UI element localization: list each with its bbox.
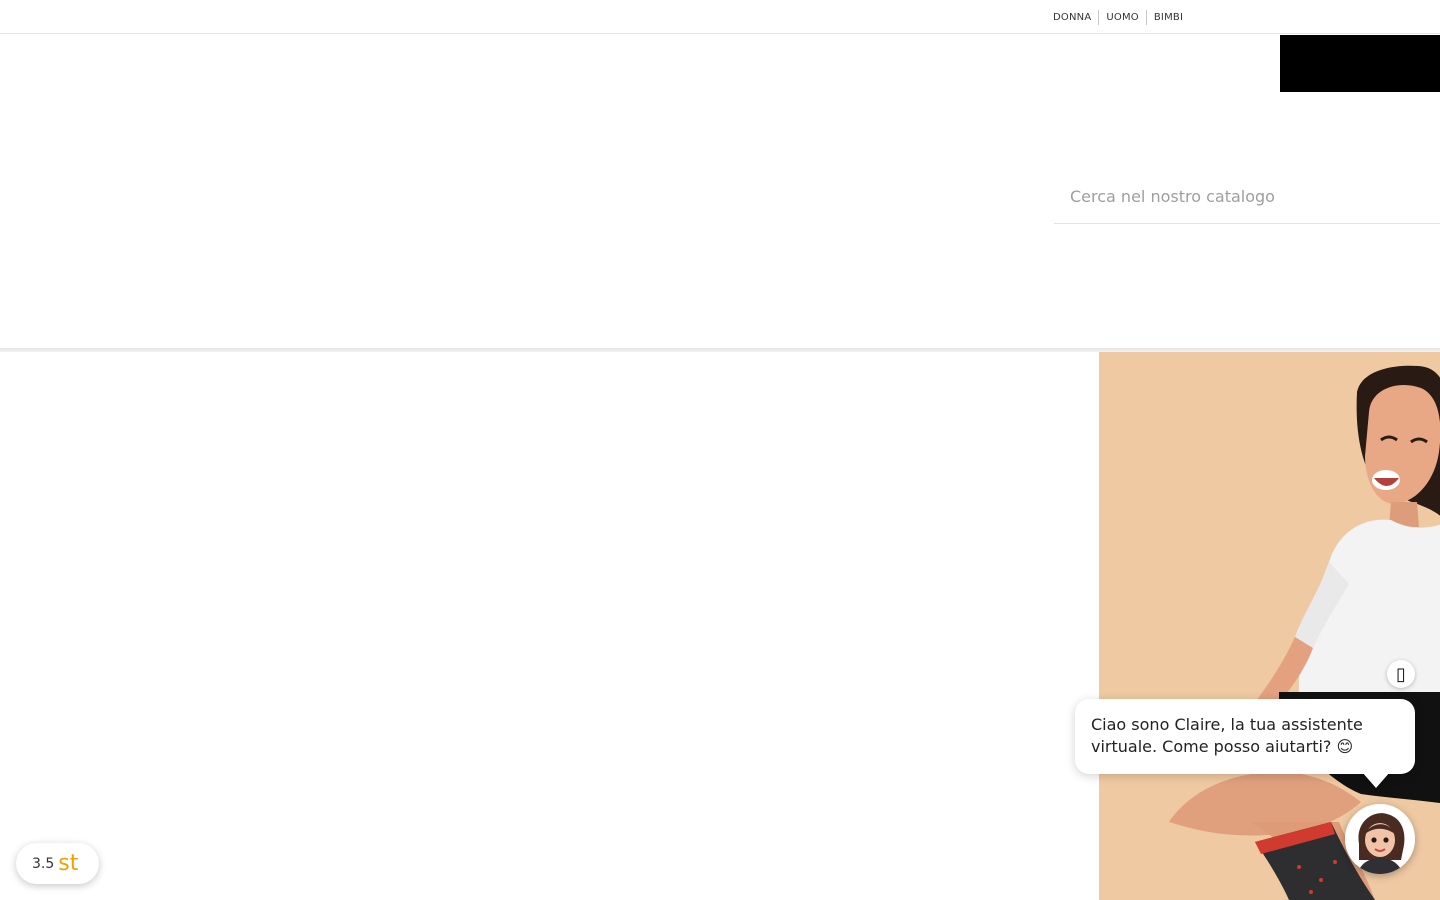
top-nav-donna[interactable]: DONNA [1046,11,1098,25]
assistant-avatar-icon [1345,804,1415,874]
top-nav-uomo[interactable]: UOMO [1099,11,1146,25]
rating-value: 3.5 [32,855,55,872]
rating-logo: st [58,850,79,876]
top-nav: DONNA UOMO BIMBI [1046,10,1190,25]
search-input[interactable] [1054,170,1440,222]
top-nav-bimbi[interactable]: BIMBI [1147,11,1190,25]
close-icon: ▯ [1396,663,1406,685]
chat-message: Ciao sono Claire, la tua assistente virt… [1091,715,1363,756]
chat-close-button[interactable]: ▯ [1387,660,1415,688]
rating-badge[interactable]: 3.5 st [16,843,99,884]
assistant-avatar-button[interactable] [1345,804,1415,874]
chat-bubble-tail [1362,772,1390,788]
top-bar: DONNA UOMO BIMBI [0,0,1440,34]
header-black-block[interactable] [1280,35,1440,92]
search-box [1054,170,1440,224]
chat-greeting-bubble[interactable]: Ciao sono Claire, la tua assistente virt… [1075,699,1415,774]
